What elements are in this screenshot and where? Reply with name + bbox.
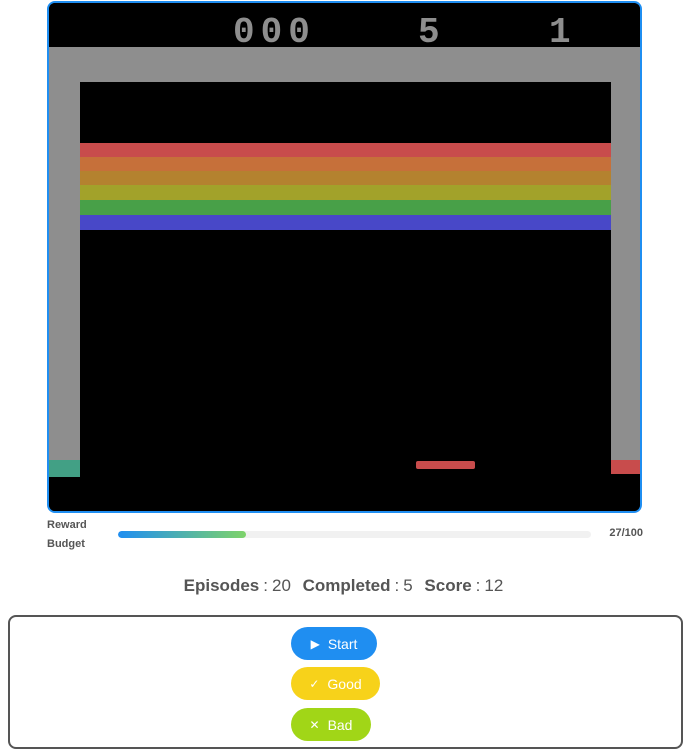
- brick-row-yellow: [80, 185, 611, 200]
- good-button-label: Good: [327, 675, 362, 692]
- score-label: Score: [424, 576, 472, 595]
- paddle: [416, 461, 475, 469]
- player-display: 1: [549, 12, 571, 53]
- right-wall-marker: [611, 460, 640, 474]
- reward-label-line2: Budget: [47, 538, 85, 550]
- reward-label-line1: Reward: [47, 519, 87, 531]
- budget-progress-fill: [118, 531, 246, 538]
- brick-row-red: [80, 143, 611, 157]
- completed-value: 5: [403, 576, 413, 595]
- good-button[interactable]: ✓ Good: [291, 667, 380, 700]
- brick-row-blue: [80, 215, 611, 230]
- controls-panel: ▶ Start ✓ Good ✕ Bad: [8, 615, 683, 749]
- brick-row-green: [80, 200, 611, 215]
- reward-budget: Reward Budget 27/100: [47, 516, 643, 556]
- episodes-label: Episodes: [183, 576, 260, 595]
- x-icon: ✕: [309, 717, 320, 732]
- episode-stats: Episodes:20 Completed:5 Score:12: [183, 576, 504, 595]
- brick-row-orange: [80, 157, 611, 171]
- play-icon: ▶: [310, 636, 320, 651]
- brick-row-amber: [80, 171, 611, 185]
- score-value: 12: [484, 576, 504, 595]
- game-screen: 000 5 1: [47, 1, 642, 513]
- start-button[interactable]: ▶ Start: [291, 627, 377, 660]
- left-wall-marker: [49, 460, 80, 477]
- bad-button[interactable]: ✕ Bad: [291, 708, 371, 741]
- right-wall: [611, 47, 640, 462]
- start-button-label: Start: [327, 635, 358, 652]
- bad-button-label: Bad: [327, 716, 353, 733]
- budget-progress-track: [118, 531, 591, 538]
- lives-display: 5: [418, 12, 440, 53]
- left-wall: [49, 47, 80, 462]
- score-display: 000: [233, 12, 316, 53]
- episodes-value: 20: [271, 576, 291, 595]
- check-icon: ✓: [309, 676, 320, 691]
- completed-label: Completed: [302, 576, 391, 595]
- budget-value: 27/100: [609, 527, 643, 539]
- reward-budget-label: Reward Budget: [47, 516, 107, 554]
- breakout-game-canvas: 000 5 1: [49, 3, 640, 511]
- top-wall: [49, 47, 640, 82]
